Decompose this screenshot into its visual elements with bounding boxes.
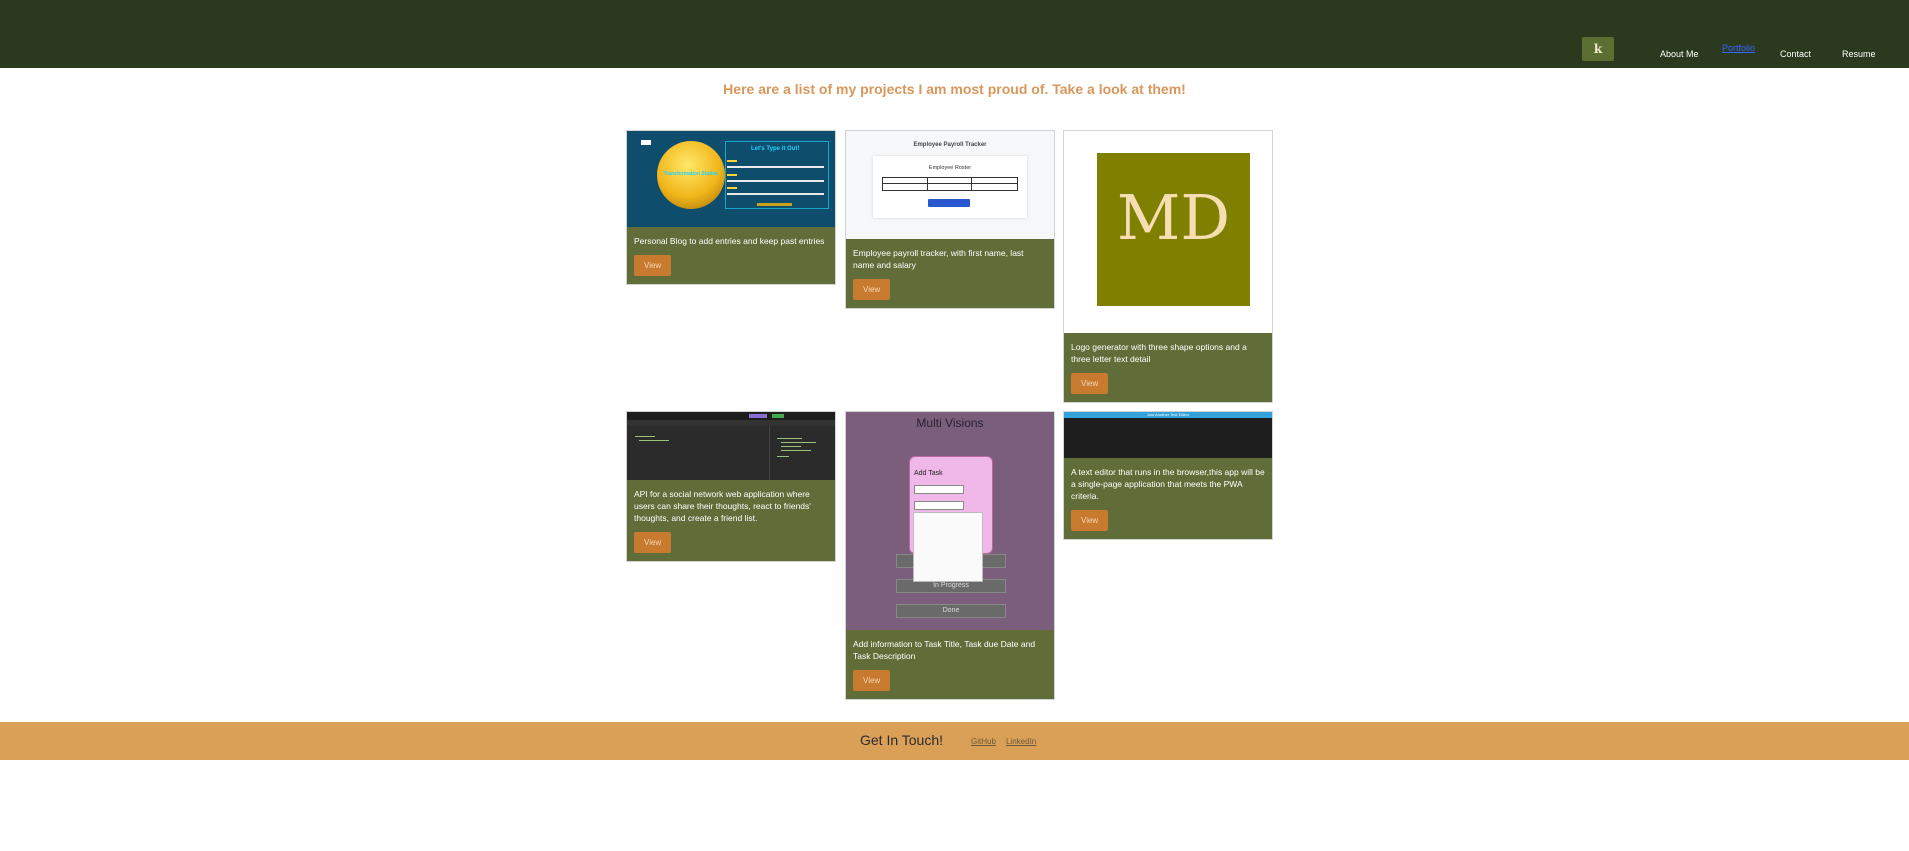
project-card-body: Employee payroll tracker, with first nam… xyxy=(846,239,1054,308)
project-thumbnail: Employee Payroll Tracker Employee Roster xyxy=(846,131,1054,239)
view-button[interactable]: View xyxy=(1071,510,1109,531)
view-button[interactable]: View xyxy=(1071,373,1109,394)
footer: Get In Touch! GitHub LinkedIn xyxy=(0,722,1909,760)
view-button[interactable]: View xyxy=(634,532,672,553)
view-button[interactable]: View xyxy=(853,279,891,300)
project-card-body: Personal Blog to add entries and keep pa… xyxy=(627,227,835,284)
navbar: k About Me Portfolio Contact Resume xyxy=(0,0,1909,68)
project-thumbnail: Just Another Text Editor xyxy=(1064,412,1272,458)
project-thumbnail xyxy=(627,412,835,480)
project-description: Add information to Task Title, Task due … xyxy=(853,639,1036,661)
project-description: Personal Blog to add entries and keep pa… xyxy=(634,236,825,246)
project-card-social-api: API for a social network web application… xyxy=(626,411,836,562)
project-thumbnail: Multi Visions In Progress Done Add Task xyxy=(846,412,1054,630)
project-description: A text editor that runs in the browser,t… xyxy=(1071,467,1265,501)
nav-link-about-me[interactable]: About Me xyxy=(1660,49,1699,59)
project-card-body: Add information to Task Title, Task due … xyxy=(846,630,1054,699)
view-button[interactable]: View xyxy=(634,255,672,276)
project-card-body: Logo generator with three shape options … xyxy=(1064,333,1272,402)
project-card-task-manager: Multi Visions In Progress Done Add Task … xyxy=(845,411,1055,700)
project-description: Employee payroll tracker, with first nam… xyxy=(853,248,1024,270)
project-description: Logo generator with three shape options … xyxy=(1071,342,1247,364)
footer-title: Get In Touch! xyxy=(860,732,944,748)
footer-link-github[interactable]: GitHub xyxy=(971,737,996,746)
nav-link-contact[interactable]: Contact xyxy=(1780,49,1811,59)
project-thumbnail: Transformation Station Let's Type it Out… xyxy=(627,131,835,227)
project-card-body: A text editor that runs in the browser,t… xyxy=(1064,458,1272,539)
project-card-text-editor: Just Another Text Editor A text editor t… xyxy=(1063,411,1273,540)
view-button[interactable]: View xyxy=(853,670,891,691)
page-intro: Here are a list of my projects I am most… xyxy=(723,81,1186,97)
project-thumbnail: MD xyxy=(1064,131,1272,333)
project-description: API for a social network web application… xyxy=(634,489,811,523)
nav-link-resume[interactable]: Resume xyxy=(1842,49,1876,59)
logo-md: MD xyxy=(1116,181,1231,254)
nav-link-portfolio[interactable]: Portfolio xyxy=(1722,43,1755,53)
project-card-blog: Transformation Station Let's Type it Out… xyxy=(626,130,836,285)
footer-link-linkedin[interactable]: LinkedIn xyxy=(1006,737,1036,746)
project-card-logo-generator: MD Logo generator with three shape optio… xyxy=(1063,130,1273,403)
site-logo[interactable]: k xyxy=(1582,37,1614,61)
project-card-payroll: Employee Payroll Tracker Employee Roster… xyxy=(845,130,1055,309)
project-card-body: API for a social network web application… xyxy=(627,480,835,561)
